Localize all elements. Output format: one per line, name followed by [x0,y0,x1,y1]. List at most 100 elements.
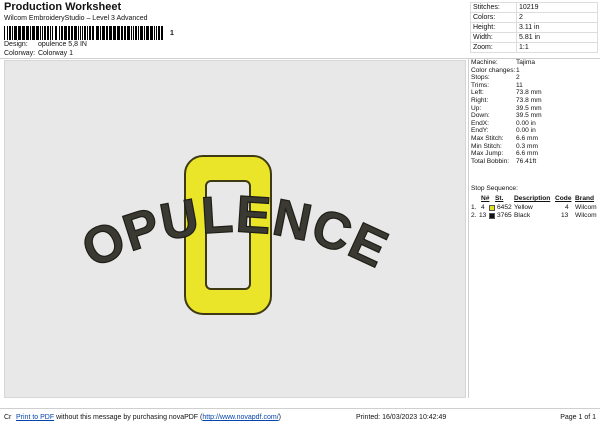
property-key: EndY: [471,127,489,135]
printed-timestamp: Printed: 16/03/2023 10:42:49 [356,414,447,421]
row-st: 3765 [497,212,512,219]
summary-value: 5.81 in [516,32,598,43]
row-description: Black [514,212,531,219]
property-row: Up: 39.5 mm [471,105,599,113]
barcode-bar [154,26,155,40]
barcode-bar [30,26,31,40]
row-description: Yellow [514,204,533,211]
property-row: Left: 73.8 mm [471,89,599,97]
property-value: 0.00 in [516,119,536,127]
page-number: Page 1 of 1 [560,414,596,421]
design-preview: O OPULENCE [4,60,466,398]
property-row: Machine: Tajima [471,59,599,67]
row-index: 2. [471,212,477,219]
novapdf-link[interactable]: http://www.novapdf.com/ [202,414,278,421]
property-row: Stops: 2 [471,74,599,82]
property-row: EndY: 0.00 in [471,127,599,135]
property-value: 0.3 mm [516,142,538,150]
barcode-bar [40,26,41,40]
property-value: 73.8 mm [516,96,542,104]
barcode-bar [61,26,63,40]
property-row: Max Jump: 6.6 mm [471,150,599,158]
stop-sequence-header: N# St. Description Code Brand [471,195,599,203]
property-row: Min Stitch: 0.3 mm [471,143,599,151]
summary-key: Width: [470,32,517,43]
barcode-bar [7,26,8,40]
barcode-bar [158,26,160,40]
barcode-bar [36,26,39,40]
barcode-bar [55,26,57,40]
summary-value: 3.11 in [516,22,598,33]
footer-note-end: ) [278,414,281,421]
divider [468,58,469,398]
col-st: St. [495,195,504,202]
summary-row: Colors: 2 [470,12,598,23]
colorway-label: Colorway: [4,50,36,57]
stop-sequence-row: 2. 13 3765 Black 13 Wilcom [471,212,599,220]
row-code: 4 [565,204,569,211]
property-value: 2 [516,74,520,82]
footer-note: Print to PDF without this message by pur… [16,414,281,421]
barcode-bar [50,26,51,40]
barcode-bar [84,26,86,40]
summary-table: Stitches: 10219 Colors: 2 Height: 3.11 in W… [470,2,598,53]
barcode-text: 1 [170,30,174,37]
col-n: N# [481,195,490,202]
software-subtitle: Wilcom EmbroideryStudio – Level 3 Advanc… [4,15,148,22]
print-to-pdf-link[interactable]: Print to PDF [16,414,54,421]
summary-key: Colors: [470,12,517,23]
design-value: opulence 5,8 IN [37,41,87,48]
col-description: Description [514,195,551,202]
property-key: Color changes: [471,66,516,74]
summary-key: Zoom: [470,42,517,53]
barcode-bar [109,26,112,40]
property-value: 6.6 mm [516,134,538,142]
barcode-bar [71,26,73,40]
property-row: Color changes: 1 [471,67,599,75]
summary-row: Zoom: 1:1 [470,42,598,53]
barcode-bar [89,26,91,40]
property-key: Left: [471,89,484,97]
barcode-bar [146,26,149,40]
barcode-bar [42,26,43,40]
property-key: Up: [471,104,482,112]
color-swatch [489,205,495,211]
design-name-row: Design: opulence 5,8 IN [4,41,87,48]
property-value: 1 [516,66,520,74]
row-n: 4 [481,204,485,211]
property-value: 6.6 mm [516,150,538,158]
machine-properties: Machine: Tajima Color changes: 1 Stops: 2 Trim… [471,59,599,165]
barcode-bar [22,26,25,40]
barcode-bar [82,26,83,40]
footer-cr: Cr [4,414,12,421]
barcode-bar [44,26,46,40]
property-row: Right: 73.8 mm [471,97,599,105]
summary-row: Stitches: 10219 [470,2,598,13]
summary-key: Stitches: [470,2,517,13]
property-key: Total Bobbin: [471,157,510,165]
barcode-bar [74,26,77,40]
barcode-bar [52,26,53,40]
property-key: Right: [471,96,489,104]
barcode-bar [47,26,49,40]
barcode-bar [121,26,123,40]
colorway-value: Colorway 1 [37,50,73,57]
barcode-bar [161,26,163,40]
summary-key: Height: [470,22,517,33]
property-key: Machine: [471,59,498,66]
col-brand: Brand [575,195,595,202]
property-key: Down: [471,112,490,120]
stop-sequence-title: Stop Sequence: [471,185,518,192]
property-value: 39.5 mm [516,112,542,120]
barcode-bar [127,26,130,40]
col-code: Code [555,195,572,202]
footer: Cr Print to PDF without this message by … [0,408,600,424]
barcode-bar [135,26,137,40]
barcode-bar [102,26,105,40]
property-row: EndX: 0.00 in [471,120,599,128]
barcode-bar [96,26,99,40]
summary-row: Height: 3.11 in [470,22,598,33]
summary-value: 1:1 [516,42,598,53]
row-n: 13 [479,212,487,219]
design-artwork: O OPULENCE [73,155,396,315]
